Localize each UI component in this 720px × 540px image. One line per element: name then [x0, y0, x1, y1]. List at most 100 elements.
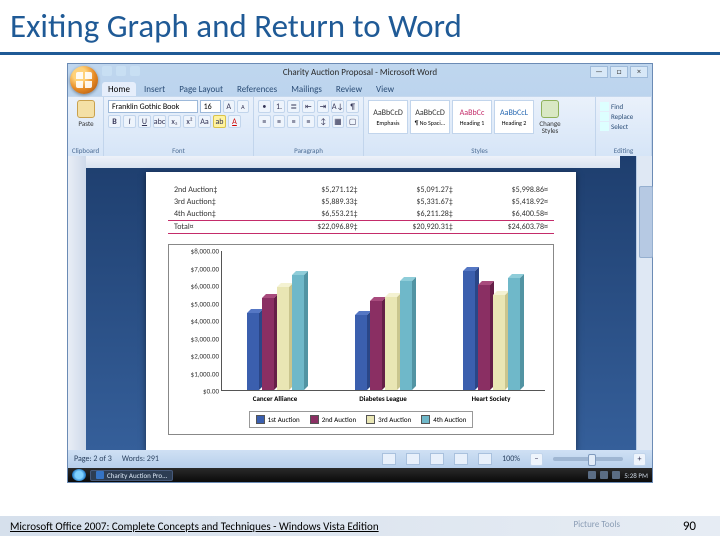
zoom-slider[interactable]	[553, 457, 623, 461]
tab-view[interactable]: View	[370, 82, 400, 96]
borders-button[interactable]: ▢	[346, 115, 359, 128]
group-font: Franklin Gothic Book 16 A A B I U abc x₂…	[104, 97, 254, 156]
zoom-in-button[interactable]: +	[633, 453, 646, 466]
tab-review[interactable]: Review	[330, 82, 368, 96]
close-button[interactable]: ×	[630, 66, 648, 78]
grow-font-button[interactable]: A	[223, 100, 235, 113]
paste-button[interactable]: Paste	[72, 100, 100, 127]
change-case-button[interactable]: Aa	[198, 115, 211, 128]
font-color-button[interactable]: A	[228, 115, 241, 128]
dec-indent-button[interactable]: ⇤	[302, 100, 315, 113]
subscript-button[interactable]: x₂	[168, 115, 181, 128]
word-window: Charity Auction Proposal - Microsoft Wor…	[67, 63, 653, 483]
multilevel-button[interactable]: ≣	[287, 100, 300, 113]
style-card[interactable]: AaBbCcDEmphasis	[368, 100, 408, 134]
view-web-layout[interactable]	[430, 453, 444, 465]
zoom-out-button[interactable]: −	[530, 453, 543, 466]
style-card[interactable]: AaBbCcHeading 1	[452, 100, 492, 134]
group-clipboard: Paste Clipboard	[68, 97, 104, 156]
table-row: 3rd Auction‡$5,889.33‡$5,331.67‡$5,418.9…	[168, 196, 554, 208]
window-title: Charity Auction Proposal - Microsoft Wor…	[283, 67, 437, 78]
view-print-layout[interactable]	[382, 453, 396, 465]
group-paragraph: • 1. ≣ ⇤ ⇥ A↓ ¶ ≡ ≡ ≡ ≡ ↕ ▦ ▢	[254, 97, 364, 156]
view-draft[interactable]	[478, 453, 492, 465]
chart-legend: 1st Auction2nd Auction3rd Auction4th Auc…	[249, 411, 474, 428]
replace-button[interactable]: Replace	[600, 112, 647, 121]
legend-item: 1st Auction	[256, 415, 300, 424]
chart-plot-area	[221, 251, 545, 391]
tab-page-layout[interactable]: Page Layout	[173, 82, 229, 96]
status-page[interactable]: Page: 2 of 3	[74, 454, 112, 464]
system-tray[interactable]: 5:28 PM	[588, 471, 648, 480]
table-row: 2nd Auction‡$5,271.12‡$5,091.27‡$5,998.8…	[168, 184, 554, 196]
shrink-font-button[interactable]: A	[237, 100, 249, 113]
maximize-button[interactable]: □	[610, 66, 628, 78]
font-size-dropdown[interactable]: 16	[200, 100, 221, 113]
showmarks-button[interactable]: ¶	[346, 100, 359, 113]
table-row: 4th Auction‡$6,553.21‡$6,211.28‡$6,400.5…	[168, 208, 554, 221]
legend-item: 2nd Auction	[310, 415, 356, 424]
document-area: 2nd Auction‡$5,271.12‡$5,091.27‡$5,998.8…	[68, 156, 652, 450]
zoom-level[interactable]: 100%	[502, 454, 520, 464]
vertical-scrollbar[interactable]	[636, 156, 652, 450]
align-center-button[interactable]: ≡	[273, 115, 286, 128]
align-right-button[interactable]: ≡	[287, 115, 300, 128]
select-icon	[600, 122, 609, 131]
vertical-ruler	[68, 156, 86, 450]
tab-insert[interactable]: Insert	[138, 82, 171, 96]
align-left-button[interactable]: ≡	[258, 115, 271, 128]
group-editing: Find Replace Select Editing	[596, 97, 652, 156]
chart-bar-group	[437, 251, 545, 390]
shading-button[interactable]: ▦	[332, 115, 345, 128]
select-button[interactable]: Select	[600, 122, 647, 131]
inc-indent-button[interactable]: ⇥	[317, 100, 330, 113]
office-button[interactable]	[70, 66, 98, 94]
style-card[interactable]: AaBbCcLHeading 2	[494, 100, 534, 134]
group-styles: AaBbCcDEmphasisAaBbCcD¶ No Spaci...AaBbC…	[364, 97, 596, 156]
find-button[interactable]: Find	[600, 102, 647, 111]
chart-y-axis: $0.00$1,000.00$2,000.00$3,000.00$4,000.0…	[177, 251, 221, 391]
ribbon-tabs: Home Insert Page Layout References Maili…	[68, 80, 652, 96]
change-styles-button[interactable]: Change Styles	[536, 100, 564, 134]
tab-home[interactable]: Home	[102, 82, 136, 96]
table-total-row: Total¤$22,096.89‡$20,920.31‡$24,603.78¤	[168, 221, 554, 234]
chart-x-axis: Cancer AllianceDiabetes LeagueHeart Soci…	[221, 391, 545, 403]
horizontal-ruler	[86, 156, 620, 168]
titlebar: Charity Auction Proposal - Microsoft Wor…	[68, 64, 652, 80]
tab-mailings[interactable]: Mailings	[285, 82, 328, 96]
view-full-screen[interactable]	[406, 453, 420, 465]
page-canvas[interactable]: 2nd Auction‡$5,271.12‡$5,091.27‡$5,998.8…	[146, 172, 576, 450]
style-card[interactable]: AaBbCcD¶ No Spaci...	[410, 100, 450, 134]
title-underline	[0, 52, 720, 55]
underline-button[interactable]: U	[138, 115, 151, 128]
italic-button[interactable]: I	[123, 115, 136, 128]
taskbar-app-word[interactable]: Charity Auction Pro...	[90, 470, 173, 481]
strike-button[interactable]: abc	[153, 115, 166, 128]
linespacing-button[interactable]: ↕	[317, 115, 330, 128]
tab-references[interactable]: References	[231, 82, 283, 96]
numbering-button[interactable]: 1.	[273, 100, 286, 113]
legend-item: 4th Auction	[421, 415, 466, 424]
chart-bar-group	[222, 251, 330, 390]
replace-icon	[600, 112, 609, 121]
footer-text: Microsoft Office 2007: Complete Concepts…	[0, 520, 389, 533]
auction-table: 2nd Auction‡$5,271.12‡$5,091.27‡$5,998.8…	[168, 184, 554, 234]
superscript-button[interactable]: x²	[183, 115, 196, 128]
embedded-chart[interactable]: $0.00$1,000.00$2,000.00$3,000.00$4,000.0…	[168, 244, 554, 435]
status-bar: Page: 2 of 3 Words: 291 100% − +	[68, 450, 652, 468]
start-button[interactable]	[72, 469, 86, 481]
font-family-dropdown[interactable]: Franklin Gothic Book	[108, 100, 198, 113]
highlight-button[interactable]: ab	[213, 115, 226, 128]
justify-button[interactable]: ≡	[302, 115, 315, 128]
word-icon	[96, 471, 104, 479]
bold-button[interactable]: B	[108, 115, 121, 128]
chart-bar-group	[330, 251, 438, 390]
windows-taskbar: Charity Auction Pro... 5:28 PM	[68, 468, 652, 482]
bullets-button[interactable]: •	[258, 100, 271, 113]
view-outline[interactable]	[454, 453, 468, 465]
find-icon	[600, 102, 609, 111]
minimize-button[interactable]: —	[590, 66, 608, 78]
status-words[interactable]: Words: 291	[122, 454, 159, 464]
sort-button[interactable]: A↓	[331, 100, 344, 113]
paste-icon	[77, 100, 95, 118]
